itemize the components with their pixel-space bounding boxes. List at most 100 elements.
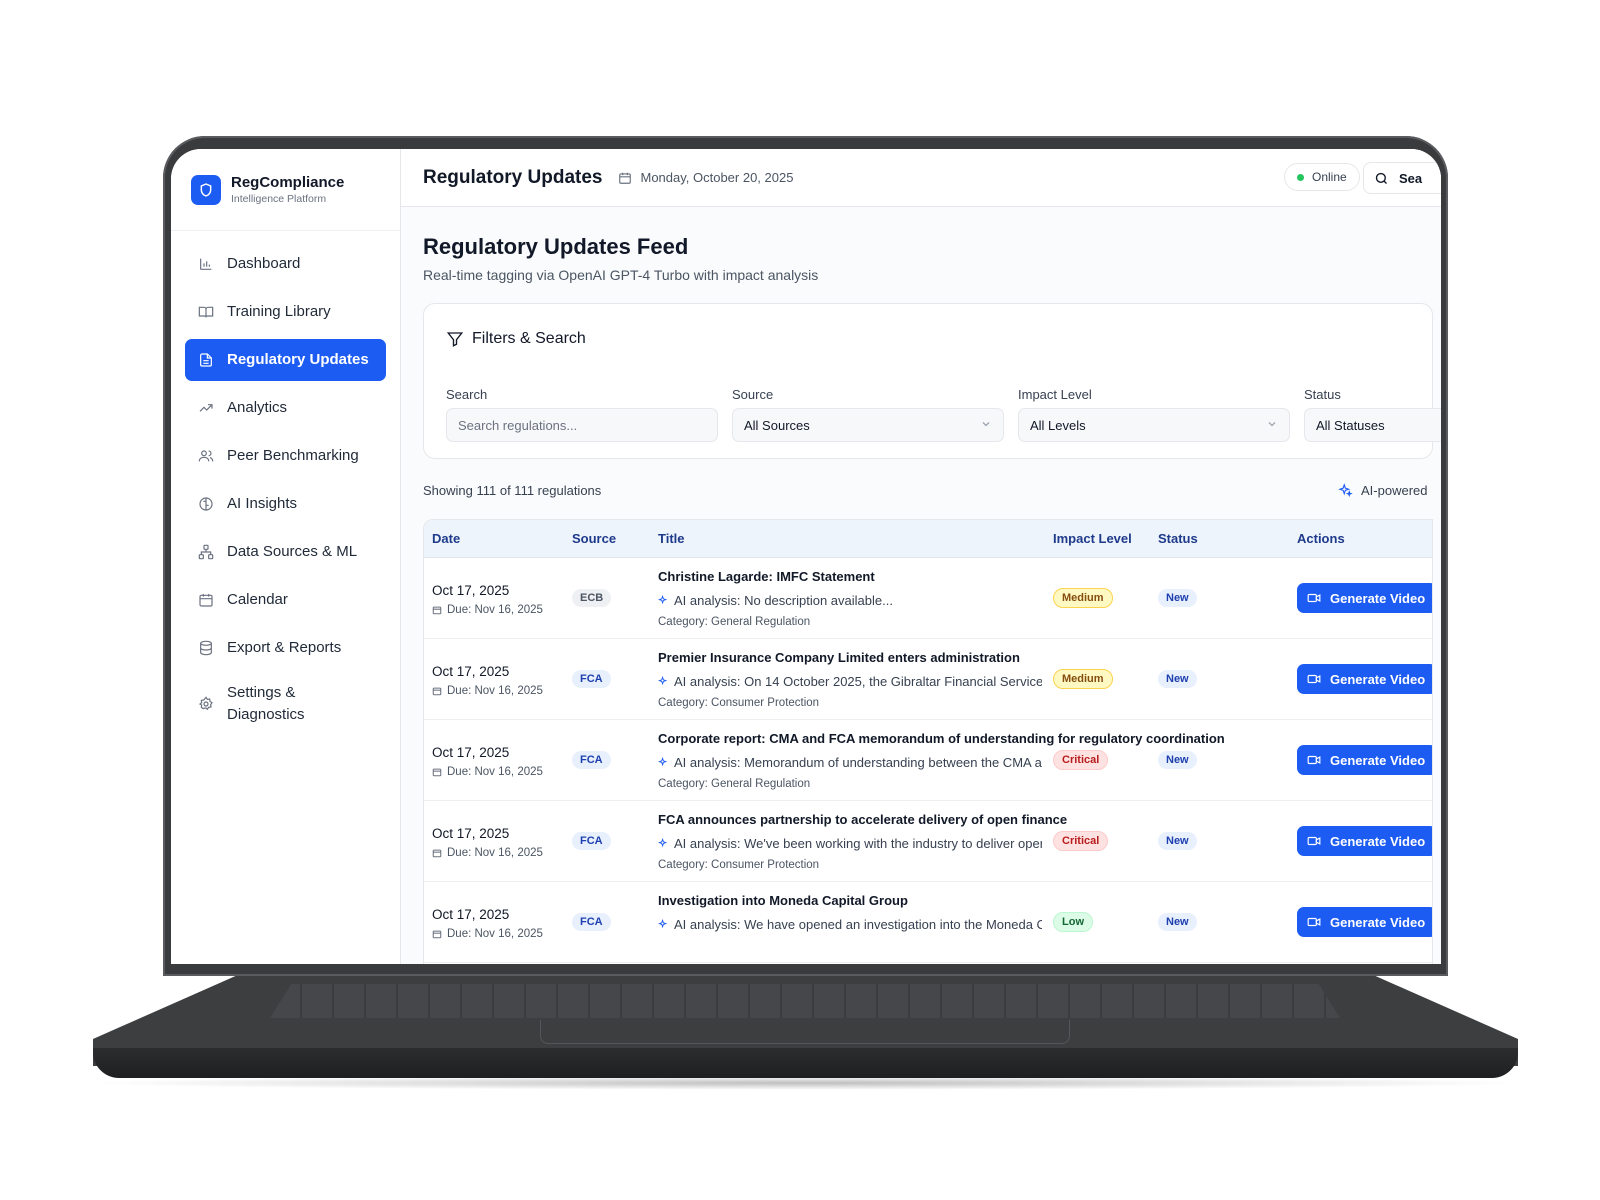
column-header-title[interactable]: Title <box>658 531 685 546</box>
row-title[interactable]: Investigation into Moneda Capital Group <box>658 893 1042 908</box>
network-icon <box>197 543 215 561</box>
table-header: Date Source Title Impact Level Status Ac… <box>424 520 1432 558</box>
video-icon <box>1307 915 1321 929</box>
sidebar-item-label: AI Insights <box>227 495 298 513</box>
sidebar-item-ai-insights[interactable]: AI Insights <box>185 483 386 525</box>
column-header-status[interactable]: Status <box>1158 531 1198 546</box>
generate-video-button[interactable]: Generate Video <box>1297 664 1432 694</box>
actions-cell: Generate Video <box>1297 907 1432 937</box>
video-icon <box>1307 672 1321 686</box>
row-date: Oct 17, 2025 <box>432 583 510 598</box>
brand-name: RegCompliance <box>231 174 345 191</box>
status-select-value: All Statuses <box>1316 417 1385 433</box>
column-header-date[interactable]: Date <box>432 531 460 546</box>
sidebar-item-analytics[interactable]: Analytics <box>185 387 386 429</box>
generate-video-button[interactable]: Generate Video <box>1297 583 1432 613</box>
laptop-base-edge <box>93 1048 1518 1078</box>
title-cell: Premier Insurance Company Limited enters… <box>658 650 1042 709</box>
actions-cell: Generate Video <box>1297 826 1432 856</box>
laptop-trackpad <box>540 1020 1070 1044</box>
actions-cell: Generate Video <box>1297 583 1432 613</box>
status-badge: New <box>1158 913 1197 931</box>
row-title[interactable]: Christine Lagarde: IMFC Statement <box>658 569 1042 584</box>
search-filter: Search Search regulations... <box>446 387 718 442</box>
status-select[interactable]: All Statuses <box>1304 408 1441 442</box>
row-ai-text: AI analysis: No description available... <box>674 593 893 608</box>
actions-cell: Generate Video <box>1297 664 1432 694</box>
row-category: Category: General Regulation <box>658 616 811 628</box>
search-input[interactable]: Search regulations... <box>446 408 718 442</box>
table-row[interactable]: Oct 17, 2025 Due: Nov 16, 2025 FCA Premi… <box>424 639 1432 720</box>
table-row[interactable]: Oct 17, 2025 Due: Nov 16, 2025 FCA FCA a… <box>424 801 1432 882</box>
sidebar-item-label: Regulatory Updates <box>227 351 369 369</box>
row-ai-text: AI analysis: We have opened an investiga… <box>674 917 1042 932</box>
source-cell: FCA <box>572 912 611 931</box>
row-ai-analysis: AI analysis: We've been working with the… <box>658 836 1042 851</box>
global-search-button[interactable]: Sea <box>1363 162 1441 194</box>
sidebar-item-training-library[interactable]: Training Library <box>185 291 386 333</box>
sidebar-item-calendar[interactable]: Calendar <box>185 579 386 621</box>
column-header-source[interactable]: Source <box>572 531 616 546</box>
ai-powered-text: AI-powered <box>1361 483 1428 498</box>
row-due: Due: Nov 16, 2025 <box>432 604 543 616</box>
sidebar-item-data-sources[interactable]: Data Sources & ML <box>185 531 386 573</box>
online-status-text: Online <box>1312 170 1347 184</box>
row-ai-analysis: AI analysis: No description available... <box>658 593 1042 608</box>
sidebar-item-label: Calendar <box>227 591 288 609</box>
generate-video-button[interactable]: Generate Video <box>1297 745 1432 775</box>
impact-badge: Medium <box>1053 669 1113 689</box>
calendar-icon <box>432 848 442 858</box>
row-ai-analysis: AI analysis: On 14 October 2025, the Gib… <box>658 674 1042 689</box>
generate-video-button[interactable]: Generate Video <box>1297 907 1432 937</box>
row-title[interactable]: Premier Insurance Company Limited enters… <box>658 650 1042 665</box>
impact-cell: Medium <box>1053 669 1113 689</box>
row-due-text: Due: Nov 16, 2025 <box>447 766 543 778</box>
ai-powered-badge: AI-powered <box>1338 483 1427 498</box>
table-row[interactable]: Oct 17, 2025 Due: Nov 16, 2025 ECB Chris… <box>424 558 1432 639</box>
row-due-text: Due: Nov 16, 2025 <box>447 604 543 616</box>
title-cell: FCA announces partnership to accelerate … <box>658 812 1067 871</box>
document-icon <box>197 351 215 369</box>
row-title[interactable]: FCA announces partnership to accelerate … <box>658 812 1067 827</box>
sidebar-item-dashboard[interactable]: Dashboard <box>185 243 386 285</box>
sidebar-item-label: Dashboard <box>227 255 301 273</box>
impact-cell: Critical <box>1053 750 1109 770</box>
source-select[interactable]: All Sources <box>732 408 1004 442</box>
row-due: Due: Nov 16, 2025 <box>432 847 543 859</box>
source-badge: FCA <box>572 832 611 850</box>
title-cell: Christine Lagarde: IMFC Statement AI ana… <box>658 569 1042 628</box>
impact-cell: Medium <box>1053 588 1113 608</box>
source-badge: FCA <box>572 670 611 688</box>
source-badge: ECB <box>572 589 612 607</box>
row-due-text: Due: Nov 16, 2025 <box>447 928 543 940</box>
book-icon <box>197 303 215 321</box>
date-cell: Oct 17, 2025 Due: Nov 16, 2025 <box>432 664 543 697</box>
source-select-value: All Sources <box>744 417 810 433</box>
topbar-title: Regulatory Updates <box>423 166 603 188</box>
calendar-icon <box>618 171 632 185</box>
row-title[interactable]: Corporate report: CMA and FCA memorandum… <box>658 731 1225 746</box>
video-icon <box>1307 834 1321 848</box>
generate-video-label: Generate Video <box>1330 752 1426 768</box>
sidebar-item-settings[interactable]: Settings & Diagnostics <box>185 675 386 733</box>
generate-video-button[interactable]: Generate Video <box>1297 826 1432 856</box>
sidebar-item-peer-benchmarking[interactable]: Peer Benchmarking <box>185 435 386 477</box>
impact-select[interactable]: All Levels <box>1018 408 1290 442</box>
sidebar-item-regulatory-updates[interactable]: Regulatory Updates <box>185 339 386 381</box>
date-cell: Oct 17, 2025 Due: Nov 16, 2025 <box>432 826 543 859</box>
row-category: Category: Consumer Protection <box>658 697 820 709</box>
page-subtitle: Real-time tagging via OpenAI GPT-4 Turbo… <box>423 267 819 283</box>
impact-badge: Low <box>1053 912 1093 932</box>
search-icon <box>1374 171 1389 186</box>
sidebar-item-export-reports[interactable]: Export & Reports <box>185 627 386 669</box>
table-row[interactable]: Oct 17, 2025 Due: Nov 16, 2025 FCA Corpo… <box>424 720 1432 801</box>
filter-icon <box>446 330 464 348</box>
status-cell: New <box>1158 912 1197 931</box>
status-filter-label: Status <box>1304 387 1341 402</box>
status-cell: New <box>1158 669 1197 688</box>
table-row[interactable]: Oct 17, 2025 Due: Nov 16, 2025 FCA Inves… <box>424 882 1432 963</box>
row-ai-text: AI analysis: We've been working with the… <box>674 836 1042 851</box>
column-header-impact[interactable]: Impact Level <box>1053 531 1132 546</box>
status-cell: New <box>1158 750 1197 769</box>
brand[interactable]: RegCompliance Intelligence Platform <box>171 149 400 231</box>
